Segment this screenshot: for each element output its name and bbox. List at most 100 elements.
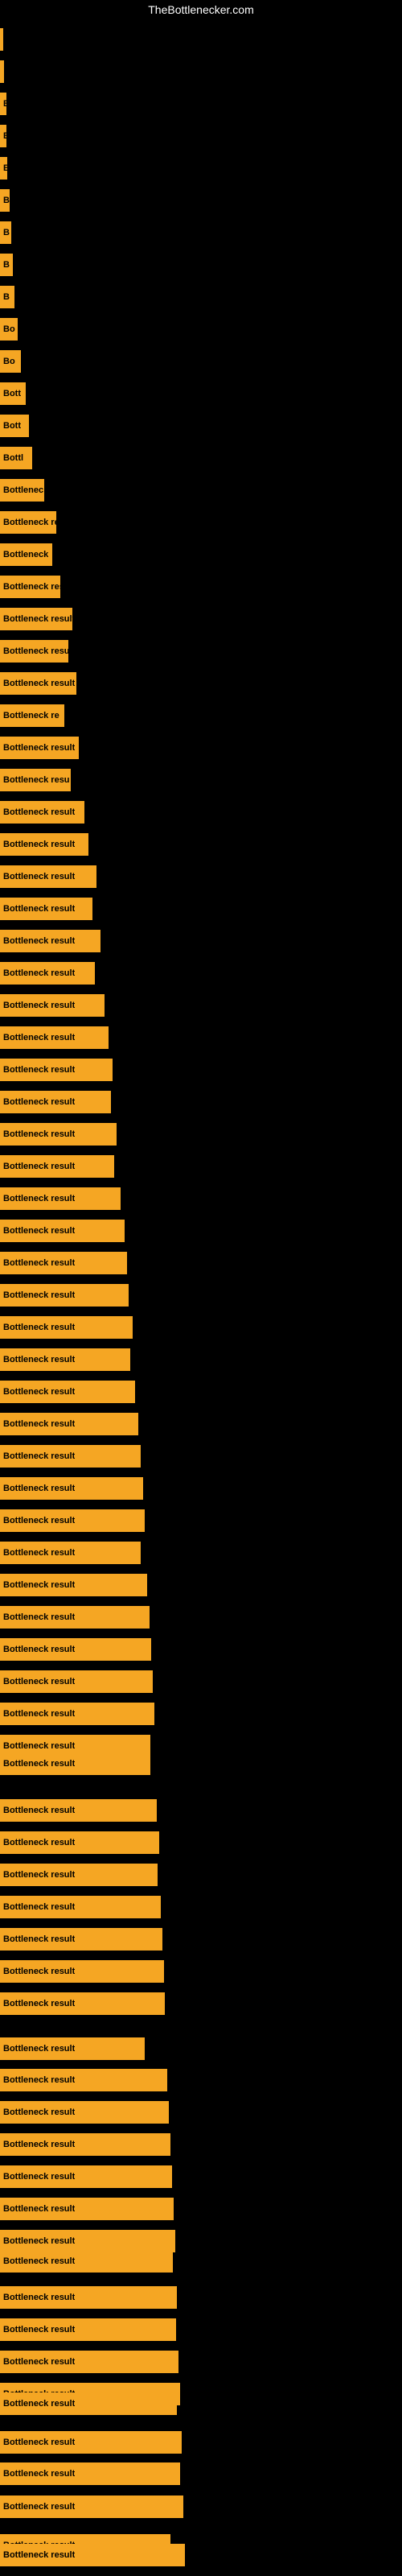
bar-label: E [3, 131, 6, 141]
bar-row: Bottl [0, 447, 32, 469]
bar-label: B [3, 196, 10, 205]
bar-label: Bottleneck result [3, 2140, 75, 2149]
bar-label: Bottleneck result [3, 1323, 75, 1332]
bar-row: Bottleneck result [0, 1252, 127, 1274]
bar-label: Bottleneck res [3, 518, 56, 527]
bar-label: Bottleneck result [3, 2075, 75, 2085]
bar-row: Bottleneck result [0, 2286, 177, 2309]
bar-row: Bottleneck result [0, 1348, 130, 1371]
bar-row: Bottleneck result [0, 1864, 158, 1886]
bar-label: Bottleneck [3, 550, 48, 559]
bar-row: Bottleneck result [0, 2351, 178, 2373]
bar-label: Bottleneck result [3, 1870, 75, 1880]
bar-row: Bottleneck resu [0, 640, 68, 663]
bar-row: Bottleneck result [0, 2165, 172, 2188]
bar-label: Bottleneck result [3, 2469, 75, 2479]
bar-row: Bottleneck result [0, 1091, 111, 1113]
bar-row: Bottleneck result [0, 1123, 117, 1146]
bar-label: Bottleneck resu [3, 646, 68, 656]
bar-label: Bottleneck result [3, 2325, 75, 2334]
bar-row: Bottleneck result [0, 2069, 167, 2091]
bar-row: Bottleneck result [0, 1670, 153, 1693]
bar-label: Bo [3, 324, 15, 334]
bar-row: B [0, 286, 14, 308]
bar-label: Bottleneck result [3, 2357, 75, 2367]
bar-label: Bottleneck result [3, 2107, 75, 2117]
bar-label: Bottleneck result [3, 1709, 75, 1719]
bar-label: Bottleneck result [3, 2399, 75, 2409]
bar-label: Bottleneck resu [3, 775, 70, 785]
bar-row: Bottlenec [0, 479, 44, 502]
bar-row: Bottleneck result [0, 2462, 180, 2485]
bar-label: Bottleneck result [3, 1516, 75, 1525]
bar-label: Bottleneck result [3, 1580, 75, 1590]
bar-label: Bottleneck result [3, 1741, 75, 1751]
bar-row: Bo [0, 350, 21, 373]
bar-row: Bottleneck result [0, 2431, 182, 2454]
bar-label: Bottleneck result [3, 2438, 75, 2447]
bar-row: Bottleneck result [0, 1638, 151, 1661]
bar-label: Bottleneck result [3, 1934, 75, 1944]
bar-label: Bottleneck result [3, 2236, 75, 2246]
bar-row: Bottleneck result [0, 1752, 150, 1775]
bar-row: B [0, 189, 10, 212]
bar-label: Bottlenec [3, 485, 43, 495]
bar-row: Bottleneck result [0, 801, 84, 824]
bar-label: Bottleneck result [3, 1001, 75, 1010]
bar-row: Bottleneck result [0, 1381, 135, 1403]
bar-label: E [3, 99, 6, 109]
bar-row: Bottleneck result [0, 1574, 147, 1596]
bar-row: Bottleneck result [0, 833, 88, 856]
bar-row: Bottleneck result [0, 1928, 162, 1951]
bar-row: Bottleneck result [0, 1316, 133, 1339]
bar-row: Bottleneck result [0, 930, 100, 952]
bar-row: E [0, 125, 6, 147]
bar-label: Bo [3, 357, 15, 366]
bar-label: Bottleneck result [3, 807, 75, 817]
bar-row: Bott [0, 382, 26, 405]
bar-row: Bottleneck result [0, 1284, 129, 1307]
bar-row: Bottleneck result [0, 2037, 145, 2060]
bar-row: Bottleneck result [0, 1831, 159, 1854]
site-title: TheBottlenecker.com [148, 3, 254, 16]
bar-label: Bottleneck re [3, 711, 59, 720]
bar-row: Bottleneck result [0, 1059, 113, 1081]
bar-row: Bottleneck result [0, 2101, 169, 2124]
bar-label: Bottleneck result [3, 1065, 75, 1075]
bar-label: B [3, 228, 10, 237]
bar-label: Bottleneck result [3, 1258, 75, 1268]
bar-label: Bottleneck result [3, 1451, 75, 1461]
bar-label: Bottleneck result [3, 1548, 75, 1558]
bar-label: Bottleneck result [3, 2204, 75, 2214]
bar-label: E [3, 163, 7, 173]
bar-label: Bottleneck result [3, 679, 75, 688]
bar-label: Bottleneck result [3, 1419, 75, 1429]
bar-label: B [3, 260, 10, 270]
bar-row: Bottleneck result [0, 737, 79, 759]
bar-label: Bottleneck result [3, 1902, 75, 1912]
bar-label: Bottleneck result [3, 2044, 75, 2054]
bar-row: Bottleneck result [0, 962, 95, 985]
bar-row: Bottleneck result [0, 2133, 170, 2156]
bar-label: Bottleneck result [3, 614, 72, 624]
bar-label: Bottleneck result [3, 1759, 75, 1769]
bar-label: Bottleneck result [3, 904, 75, 914]
bar-label: Bottl [3, 453, 23, 463]
bar-row: Bottleneck result [0, 1155, 114, 1178]
bar-label: Bottleneck result [3, 1806, 75, 1815]
bar-row: Bottleneck result [0, 1445, 141, 1468]
bar-label: Bottleneck result [3, 1290, 75, 1300]
bar-label: Bottleneck result [3, 1838, 75, 1847]
bar-row: Bottleneck result [0, 1896, 161, 1918]
bar-row: Bottleneck result [0, 2392, 177, 2415]
bar-label: Bottleneck result [3, 2293, 75, 2302]
bar-label: Bottleneck result [3, 1967, 75, 1976]
bar-label: Bottleneck result [3, 968, 75, 978]
bar-row: Bo [0, 318, 18, 341]
bar-row: Bottleneck result [0, 1413, 138, 1435]
bar-row: B [0, 254, 13, 276]
bar-row: Bottleneck result [0, 1026, 109, 1049]
bar-row: Bottleneck result [0, 2496, 183, 2518]
bar-row: Bottleneck result [0, 1187, 121, 1210]
bar-row [0, 28, 3, 51]
